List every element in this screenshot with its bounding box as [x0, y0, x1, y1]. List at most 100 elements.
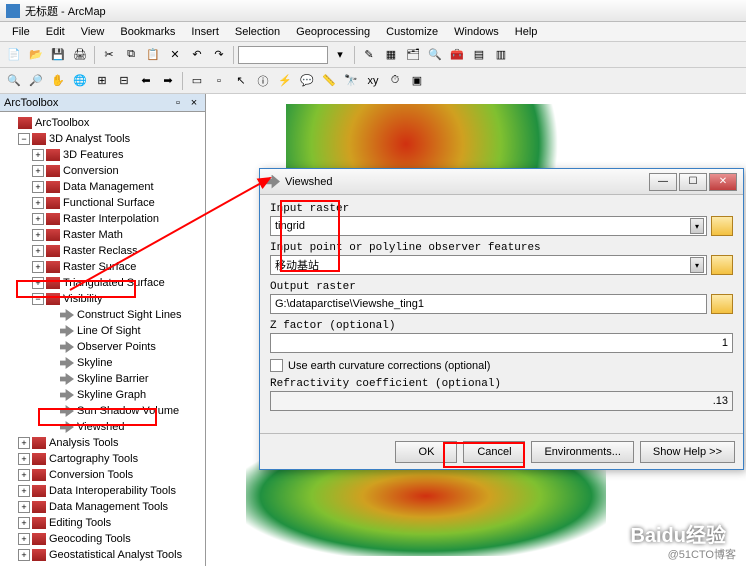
- findxy-icon[interactable]: xy: [363, 71, 383, 91]
- tree-item[interactable]: Line Of Sight: [0, 323, 205, 339]
- fixed-zoom-in-icon[interactable]: ⊞: [92, 71, 112, 91]
- identify-icon[interactable]: ⓘ: [253, 71, 273, 91]
- observer-combo[interactable]: 移动基站▾: [270, 255, 707, 275]
- copy-icon[interactable]: ⧉: [121, 45, 141, 65]
- menu-geoprocessing[interactable]: Geoprocessing: [288, 24, 378, 40]
- environments-button[interactable]: Environments...: [531, 441, 633, 463]
- modelbuilder-icon[interactable]: ▥: [491, 45, 511, 65]
- expand-icon[interactable]: +: [18, 501, 30, 513]
- clear-selection-icon[interactable]: ▫: [209, 71, 229, 91]
- browse-button[interactable]: [711, 216, 733, 236]
- tree-item[interactable]: Viewshed: [0, 419, 205, 435]
- expand-icon[interactable]: +: [18, 485, 30, 497]
- paste-icon[interactable]: 📋: [143, 45, 163, 65]
- measure-icon[interactable]: 📏: [319, 71, 339, 91]
- full-extent-icon[interactable]: 🌐: [70, 71, 90, 91]
- zoom-out-icon[interactable]: 🔎: [26, 71, 46, 91]
- close-icon[interactable]: ×: [187, 96, 201, 110]
- expand-icon[interactable]: −: [32, 293, 44, 305]
- cut-icon[interactable]: ✂: [99, 45, 119, 65]
- tree-item[interactable]: Skyline: [0, 355, 205, 371]
- menu-insert[interactable]: Insert: [183, 24, 227, 40]
- show-help-button[interactable]: Show Help >>: [640, 441, 735, 463]
- output-raster-field[interactable]: G:\dataparctise\Viewshe_ting1: [270, 294, 707, 314]
- menu-selection[interactable]: Selection: [227, 24, 288, 40]
- tree-item[interactable]: +Geostatistical Analyst Tools: [0, 547, 205, 563]
- toolbox-tree[interactable]: ArcToolbox−3D Analyst Tools+3D Features+…: [0, 112, 205, 566]
- expand-icon[interactable]: +: [32, 261, 44, 273]
- expand-icon[interactable]: +: [18, 533, 30, 545]
- tree-item[interactable]: Observer Points: [0, 339, 205, 355]
- tree-item[interactable]: +Raster Surface: [0, 259, 205, 275]
- menu-bookmarks[interactable]: Bookmarks: [112, 24, 183, 40]
- tree-item[interactable]: +Geocoding Tools: [0, 531, 205, 547]
- tree-item[interactable]: +Data Management: [0, 179, 205, 195]
- browse-button[interactable]: [711, 255, 733, 275]
- expand-icon[interactable]: −: [18, 133, 30, 145]
- tree-item[interactable]: +Raster Math: [0, 227, 205, 243]
- pin-icon[interactable]: ▫: [171, 96, 185, 110]
- tree-item[interactable]: −Visibility: [0, 291, 205, 307]
- back-icon[interactable]: ⬅: [136, 71, 156, 91]
- tree-item[interactable]: +Cartography Tools: [0, 451, 205, 467]
- menu-help[interactable]: Help: [507, 24, 546, 40]
- chevron-down-icon[interactable]: ▾: [690, 218, 704, 234]
- tree-item[interactable]: +Raster Interpolation: [0, 211, 205, 227]
- undo-icon[interactable]: ↶: [187, 45, 207, 65]
- dialog-titlebar[interactable]: Viewshed — ☐ ✕: [260, 169, 743, 195]
- catalog-icon[interactable]: 🗂: [403, 45, 423, 65]
- tree-item[interactable]: +Data Interoperability Tools: [0, 483, 205, 499]
- editor-toolbar-icon[interactable]: ✎: [359, 45, 379, 65]
- chevron-down-icon[interactable]: ▾: [690, 257, 704, 273]
- expand-icon[interactable]: +: [18, 549, 30, 561]
- tree-item[interactable]: +Analysis Tools: [0, 435, 205, 451]
- expand-icon[interactable]: +: [32, 229, 44, 241]
- close-button[interactable]: ✕: [709, 173, 737, 191]
- print-icon[interactable]: 🖨: [70, 45, 90, 65]
- time-slider-icon[interactable]: ⏱: [385, 71, 405, 91]
- minimize-button[interactable]: —: [649, 173, 677, 191]
- python-icon[interactable]: ▤: [469, 45, 489, 65]
- tree-item[interactable]: +Conversion Tools: [0, 467, 205, 483]
- expand-icon[interactable]: +: [32, 245, 44, 257]
- expand-icon[interactable]: +: [32, 213, 44, 225]
- pan-icon[interactable]: ✋: [48, 71, 68, 91]
- menu-view[interactable]: View: [73, 24, 113, 40]
- maximize-button[interactable]: ☐: [679, 173, 707, 191]
- hyperlink-icon[interactable]: ⚡: [275, 71, 295, 91]
- ok-button[interactable]: OK: [395, 441, 457, 463]
- redo-icon[interactable]: ↷: [209, 45, 229, 65]
- tree-item[interactable]: Skyline Graph: [0, 387, 205, 403]
- menu-file[interactable]: File: [4, 24, 38, 40]
- tree-item[interactable]: +3D Features: [0, 147, 205, 163]
- expand-icon[interactable]: +: [18, 469, 30, 481]
- expand-icon[interactable]: +: [32, 165, 44, 177]
- tree-item[interactable]: ArcToolbox: [0, 115, 205, 131]
- tree-item[interactable]: Construct Sight Lines: [0, 307, 205, 323]
- expand-icon[interactable]: +: [18, 453, 30, 465]
- tree-item[interactable]: +Data Management Tools: [0, 499, 205, 515]
- tree-item[interactable]: −3D Analyst Tools: [0, 131, 205, 147]
- tree-item[interactable]: +Conversion: [0, 163, 205, 179]
- search-icon[interactable]: 🔍: [425, 45, 445, 65]
- table-icon[interactable]: ▦: [381, 45, 401, 65]
- tree-item[interactable]: Sun Shadow Volume: [0, 403, 205, 419]
- delete-icon[interactable]: ✕: [165, 45, 185, 65]
- expand-icon[interactable]: +: [32, 197, 44, 209]
- tree-item[interactable]: +Editing Tools: [0, 515, 205, 531]
- new-icon[interactable]: 📄: [4, 45, 24, 65]
- html-popup-icon[interactable]: 💬: [297, 71, 317, 91]
- expand-icon[interactable]: +: [32, 149, 44, 161]
- tree-item[interactable]: Skyline Barrier: [0, 371, 205, 387]
- curvature-checkbox[interactable]: [270, 359, 283, 372]
- fixed-zoom-out-icon[interactable]: ⊟: [114, 71, 134, 91]
- forward-icon[interactable]: ➡: [158, 71, 178, 91]
- expand-icon[interactable]: +: [18, 517, 30, 529]
- tree-item[interactable]: +Triangulated Surface: [0, 275, 205, 291]
- expand-icon[interactable]: +: [18, 437, 30, 449]
- tree-item[interactable]: +Functional Surface: [0, 195, 205, 211]
- menu-edit[interactable]: Edit: [38, 24, 73, 40]
- open-icon[interactable]: 📂: [26, 45, 46, 65]
- zfactor-field[interactable]: 1: [270, 333, 733, 353]
- menu-customize[interactable]: Customize: [378, 24, 446, 40]
